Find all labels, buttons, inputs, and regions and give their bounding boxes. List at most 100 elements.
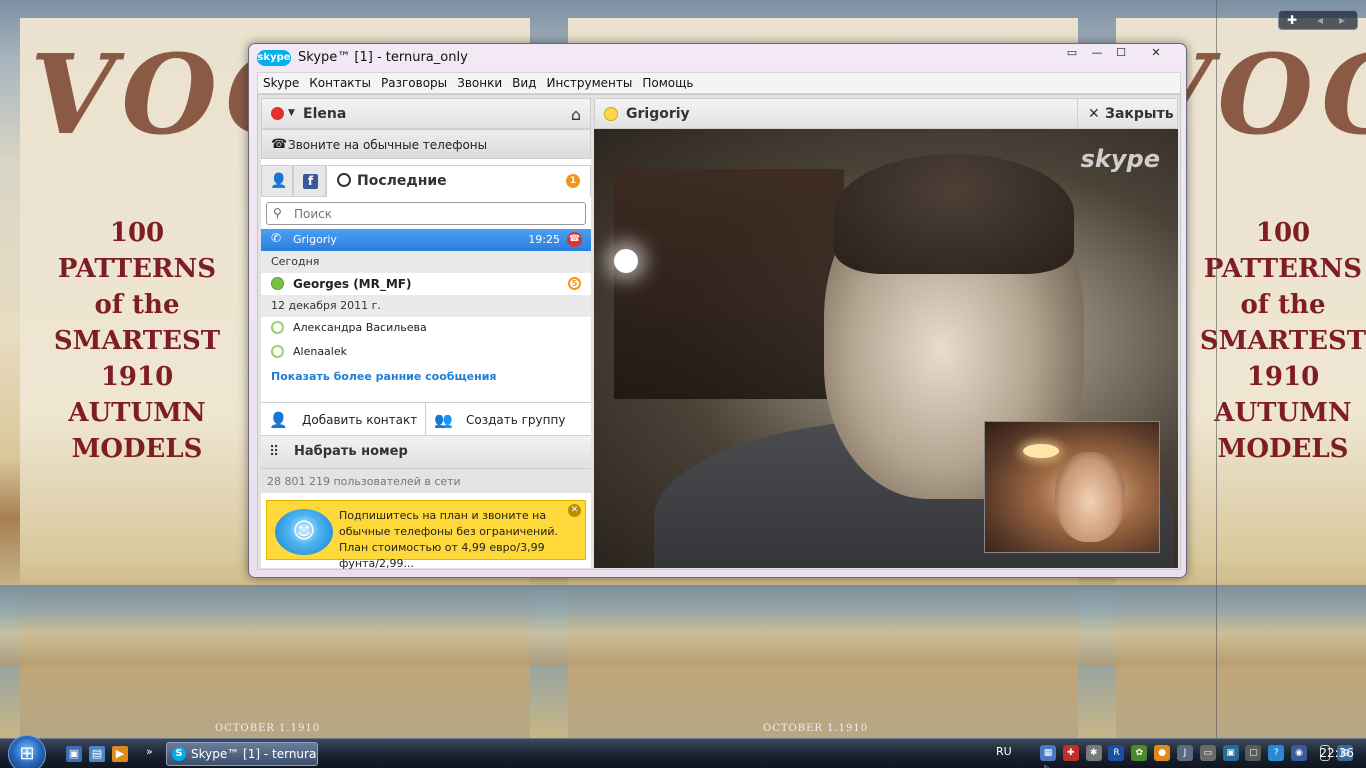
window-title: Skype™ [1] - ternura_only <box>298 50 468 65</box>
cover-line: PATTERNS <box>57 254 217 284</box>
tray-app-icon[interactable]: R <box>1108 745 1125 761</box>
call-pane: Grigoriy ✕ Закрыть skype <box>594 98 1178 568</box>
status-dnd-icon[interactable] <box>271 107 284 120</box>
menu-skype[interactable]: Skype <box>258 73 304 93</box>
tray-app-icon[interactable]: ◉ <box>1291 745 1308 761</box>
plus-icon[interactable]: ✚ <box>1287 13 1297 27</box>
status-away-icon <box>604 107 618 121</box>
close-promo-icon[interactable]: ✕ <box>568 504 581 517</box>
next-icon[interactable]: ▸ <box>1339 13 1345 27</box>
video-light <box>614 249 638 273</box>
pip-light <box>1023 444 1059 458</box>
group-header-today: Сегодня <box>261 251 591 273</box>
search-input[interactable] <box>294 205 579 223</box>
tray-app-icon[interactable]: ▭ <box>1199 745 1216 761</box>
group-icon: 👥 <box>434 411 453 429</box>
profile-bar[interactable]: ▼ Elena ⌂ <box>261 98 591 129</box>
menu-calls[interactable]: Звонки <box>452 73 507 93</box>
start-button[interactable]: ⊞ <box>8 735 46 768</box>
group-label: Сегодня <box>271 255 320 268</box>
tray-app-icon[interactable]: ▦ <box>1040 745 1056 761</box>
status-offline-icon <box>271 321 284 334</box>
tab-recent[interactable]: Последние 1 <box>326 165 591 197</box>
tray-app-icon[interactable]: ▢ <box>1245 745 1262 761</box>
dial-number-label: Набрать номер <box>294 444 408 459</box>
close-icon[interactable]: ✕ <box>1141 44 1171 62</box>
list-item[interactable]: Александра Васильева <box>261 317 591 339</box>
status-offline-icon <box>271 345 284 358</box>
list-item[interactable]: Alenaalek <box>261 341 591 363</box>
promo-banner[interactable]: ☺ Подпишитесь на план и звоните на обычн… <box>266 500 586 570</box>
remote-video[interactable]: skype <box>594 129 1178 568</box>
taskbar-skype-button[interactable]: S Skype™ [1] - ternura... <box>166 742 318 766</box>
hang-up-icon[interactable]: ☎ <box>567 232 582 247</box>
sidebar-gadget-controls[interactable]: ✚ ◂ ▸ <box>1278 10 1358 30</box>
tray-app-icon[interactable]: ✱ <box>1085 745 1102 761</box>
cover-line: AUTUMN <box>68 398 206 428</box>
unread-count-badge: 5 <box>568 277 581 290</box>
cover-text: 100 PATTERNS of the SMARTEST 1910 AUTUMN… <box>22 215 252 467</box>
tray-app-icon[interactable]: ✚ <box>1062 745 1079 761</box>
online-users-bar: 28 801 219 пользователей в сети <box>261 469 591 493</box>
media-player-icon[interactable]: ▶ <box>112 746 128 762</box>
group-label: 12 декабря 2011 г. <box>271 299 381 312</box>
tray-app-icon[interactable]: J <box>1176 745 1193 761</box>
language-indicator[interactable]: RU <box>996 745 1012 758</box>
tray-app-icon[interactable]: ? <box>1268 745 1285 761</box>
tray-app-icon[interactable]: ✿ <box>1131 745 1148 761</box>
desktop-divider <box>1216 0 1217 738</box>
home-icon[interactable]: ⌂ <box>571 105 581 124</box>
add-contact-button[interactable]: 👤 Добавить контакт <box>261 403 426 435</box>
restore-icon[interactable]: ▭ <box>1060 44 1084 62</box>
status-online-icon <box>271 277 284 290</box>
dial-number-button[interactable]: ⠿ Набрать номер <box>261 436 591 469</box>
group-header-date: 12 декабря 2011 г. <box>261 295 591 317</box>
tray-app-icon[interactable]: ● <box>1154 745 1171 761</box>
maximize-icon[interactable]: ☐ <box>1109 44 1133 62</box>
tray-app-icon[interactable]: ▣ <box>1222 745 1239 761</box>
cover-line: of the <box>1240 290 1326 320</box>
contact-actions: 👤 Добавить контакт 👥 Создать группу <box>261 402 591 436</box>
cover-shore <box>548 585 1096 665</box>
call-phones-label: Звоните на обычные телефоны <box>288 138 488 152</box>
call-phones-bar[interactable]: ☎ Звоните на обычные телефоны <box>261 129 591 159</box>
show-desktop-icon[interactable]: ▣ <box>66 746 82 762</box>
tab-contacts[interactable]: 👤 <box>261 165 293 197</box>
cover-line: 1910 <box>100 362 174 392</box>
close-call-button[interactable]: ✕ Закрыть <box>1077 99 1177 130</box>
taskbar-clock[interactable]: 22:36 <box>1319 746 1354 760</box>
call-time: 19:25 <box>528 233 560 246</box>
create-group-button[interactable]: 👥 Создать группу <box>426 403 591 435</box>
client-area: ▼ Elena ⌂ ☎ Звоните на обычные телефоны … <box>257 94 1181 570</box>
chevron-down-icon[interactable]: ▼ <box>288 108 295 118</box>
clock-icon <box>337 173 351 187</box>
search-box[interactable]: ⚲ <box>266 202 586 225</box>
chevron-right-icon[interactable]: » <box>146 745 153 758</box>
profile-name[interactable]: Elena <box>303 106 346 122</box>
cover-line: SMARTEST <box>1199 326 1366 356</box>
switch-windows-icon[interactable]: ▤ <box>89 746 105 762</box>
video-background-shelf <box>614 169 844 399</box>
prev-icon[interactable]: ◂ <box>1317 13 1323 27</box>
search-icon: ⚲ <box>273 206 282 220</box>
tab-facebook[interactable]: f <box>293 165 326 197</box>
title-bar[interactable]: skype Skype™ [1] - ternura_only ▭ — ☐ ✕ <box>249 44 1186 70</box>
list-item[interactable]: Georges (MR_MF) 5 <box>261 273 591 295</box>
cover-line: 100 <box>1255 218 1311 248</box>
menu-tools[interactable]: Инструменты <box>541 73 637 93</box>
menu-contacts[interactable]: Контакты <box>304 73 376 93</box>
recent-item-active[interactable]: ✆ Grigoriy 19:25 ☎ <box>261 229 591 251</box>
skype-icon: S <box>172 747 186 761</box>
show-earlier-link[interactable]: Показать более ранние сообщения <box>271 370 496 383</box>
menu-bar: Skype Контакты Разговоры Звонки Вид Инструмен… <box>257 72 1181 94</box>
cover-date: OCTOBER 1.1910 <box>215 723 321 734</box>
contact-name: Georges (MR_MF) <box>293 277 412 291</box>
menu-help[interactable]: Помощь <box>637 73 698 93</box>
cover-shore <box>0 585 548 665</box>
minimize-icon[interactable]: — <box>1085 44 1109 62</box>
menu-view[interactable]: Вид <box>507 73 541 93</box>
menu-conversations[interactable]: Разговоры <box>376 73 452 93</box>
self-video-preview[interactable] <box>984 421 1160 553</box>
volume-icon[interactable]: 🔈 <box>1040 761 1056 768</box>
cover-line: MODELS <box>71 434 203 464</box>
